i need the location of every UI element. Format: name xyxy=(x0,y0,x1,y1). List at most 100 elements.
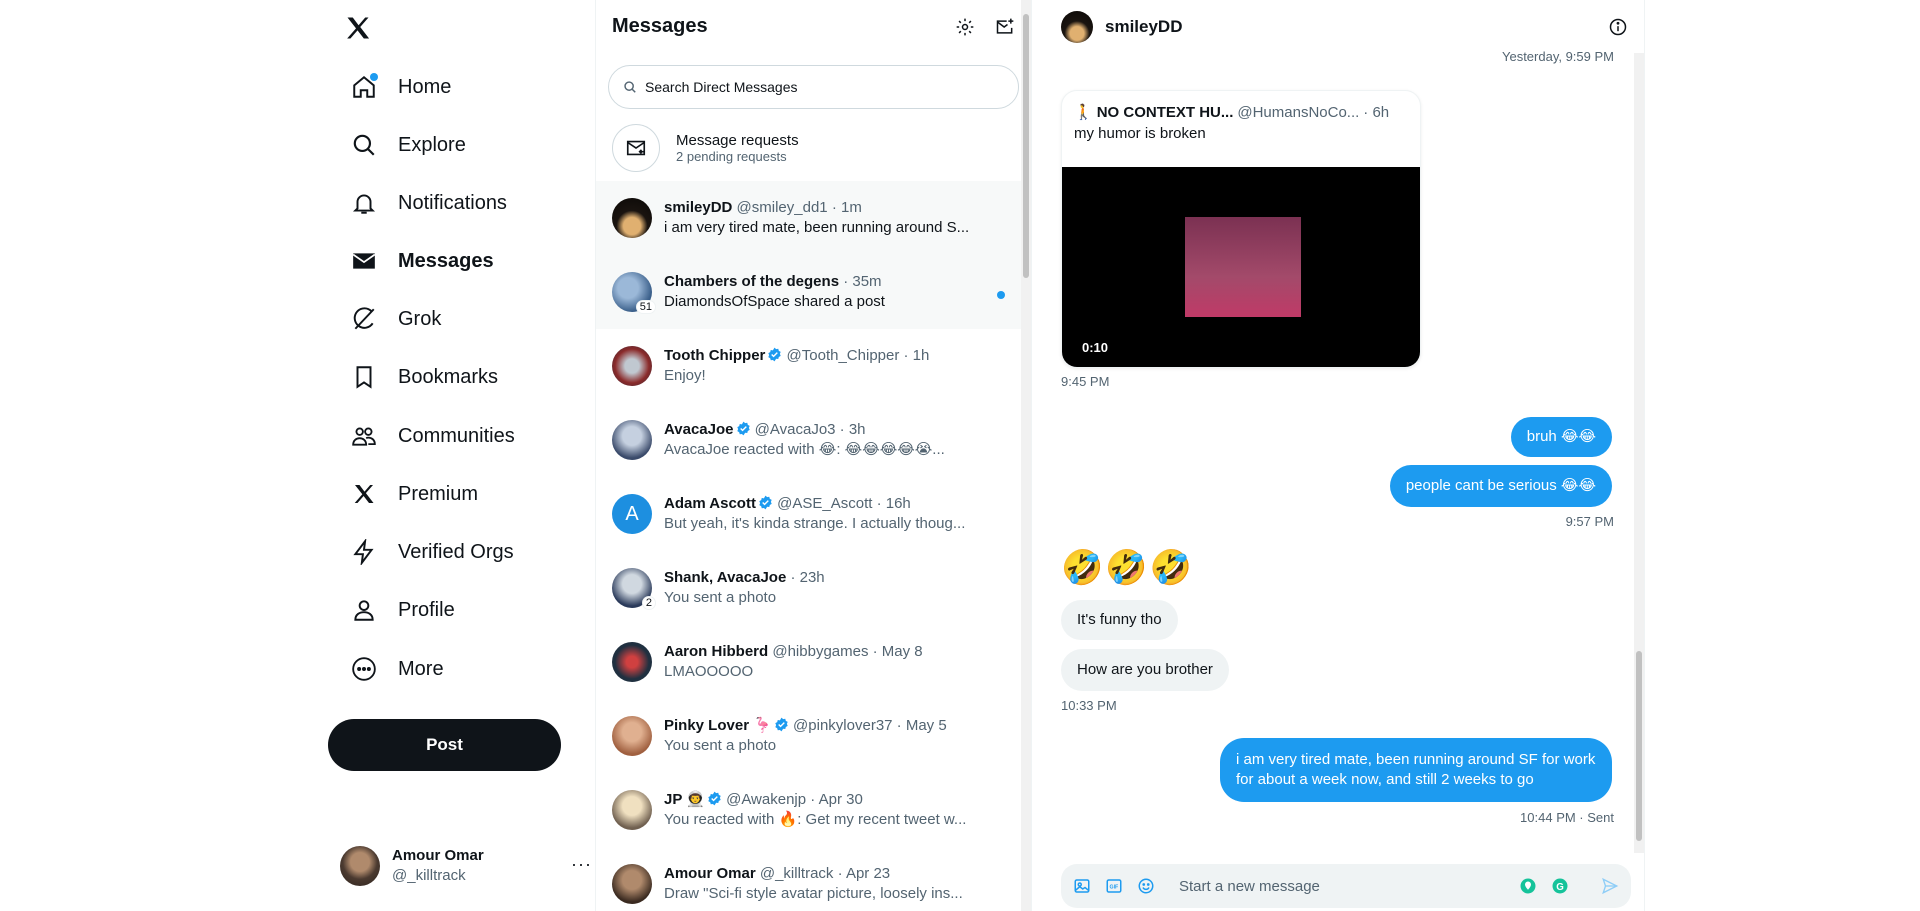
nav-label: Explore xyxy=(398,133,466,156)
conversation-handle: @_killtrack xyxy=(755,865,834,882)
conversation-time: · May 5 xyxy=(892,717,947,734)
video-player[interactable]: 0:10 xyxy=(1062,167,1420,367)
conversation-time: · 35m xyxy=(839,273,882,290)
conversation-item[interactable]: smileyDD @smiley_dd1 · 1m i am very tired… xyxy=(596,181,1031,255)
search-bar[interactable] xyxy=(608,65,1019,109)
message-input[interactable] xyxy=(1179,877,1505,895)
avatar xyxy=(612,198,652,238)
conversation-name: Shank, AvacaJoe xyxy=(664,569,787,586)
grammarly-icon[interactable]: G xyxy=(1551,877,1569,895)
conversation-item[interactable]: 51 Chambers of the degens · 35m DiamondsOf… xyxy=(596,255,1031,329)
timestamp: 9:57 PM xyxy=(1565,514,1614,529)
messages-list-panel: Messages Message requests 2 pending requ… xyxy=(595,0,1032,911)
nav-more[interactable]: More xyxy=(340,643,458,695)
conversation-item[interactable]: A Adam Ascott @ASE_Ascott · 16h But yeah, … xyxy=(596,477,1031,551)
timestamp: 10:44 PM · Sent xyxy=(1520,810,1614,825)
nav-profile[interactable]: Profile xyxy=(340,584,469,636)
nav-label: More xyxy=(398,657,444,680)
conversation-item[interactable]: 2 Shank, AvacaJoe · 23h You sent a photo xyxy=(596,551,1031,625)
emoji-message[interactable]: 🤣🤣🤣 xyxy=(1061,548,1194,588)
post-time: · 6h xyxy=(1363,103,1390,121)
avatar xyxy=(1061,10,1093,43)
nav-messages[interactable]: Messages xyxy=(340,235,508,287)
conversation-header[interactable]: smileyDD xyxy=(1045,0,1644,53)
bookmark-icon xyxy=(350,363,378,391)
emoji-icon[interactable] xyxy=(1137,877,1155,895)
account-switcher[interactable]: Amour Omar @_killtrack ··· xyxy=(334,838,594,894)
conversation-item[interactable]: Amour Omar @_killtrack · Apr 23 Draw "Sci… xyxy=(596,847,1031,911)
messages-header: Messages xyxy=(596,0,1031,53)
avatar: A xyxy=(612,494,652,534)
scrollbar[interactable] xyxy=(1021,0,1031,911)
avatar xyxy=(612,420,652,460)
video-thumbnail xyxy=(1185,217,1301,317)
conversation-item[interactable]: Pinky Lover 🦩 @pinkylover37 · May 5 You s… xyxy=(596,699,1031,773)
verified-badge-icon xyxy=(765,347,782,364)
conversation-name: Aaron Hibberd xyxy=(664,643,769,660)
location-pin-icon[interactable] xyxy=(1519,877,1537,895)
conversation-time: · 16h xyxy=(872,495,911,512)
new-message-icon[interactable] xyxy=(995,17,1015,37)
group-count-badge: 51 xyxy=(635,300,656,314)
send-icon[interactable] xyxy=(1601,877,1619,895)
svg-text:GIF: GIF xyxy=(1110,885,1120,891)
person-icon xyxy=(350,596,378,624)
home-icon xyxy=(350,73,378,101)
message-bubble-sent[interactable]: people cant be serious 😂😂 xyxy=(1389,465,1612,507)
conversation-handle: @Tooth_Chipper xyxy=(782,347,900,364)
conversation-panel: smileyDD Yesterday, 9:59 PM 🚶 NO CONTEXT… xyxy=(1045,0,1645,911)
conversation-name: Adam Ascott xyxy=(664,495,756,512)
search-input[interactable] xyxy=(645,79,965,95)
info-icon[interactable] xyxy=(1608,17,1628,42)
conversation-name: smileyDD xyxy=(664,199,733,216)
group-count-badge: 2 xyxy=(641,596,656,610)
avatar xyxy=(340,846,380,886)
conversation-item[interactable]: Tooth Chipper @Tooth_Chipper · 1h Enjoy! xyxy=(596,329,1031,403)
nav-communities[interactable]: Communities xyxy=(340,410,529,462)
nav-label: Notifications xyxy=(398,191,507,214)
left-navigation: Home Explore Notifications Messages Grok… xyxy=(324,0,594,911)
more-options-icon[interactable]: ··· xyxy=(571,854,592,875)
nav-label: Grok xyxy=(398,307,442,330)
nav-notifications[interactable]: Notifications xyxy=(340,177,521,229)
user-handle: @_killtrack xyxy=(392,867,466,884)
conversation-item[interactable]: JP 👨‍🚀 @Awakenjp · Apr 30 You reacted wit… xyxy=(596,773,1031,847)
gif-icon[interactable]: GIF xyxy=(1105,877,1123,895)
message-preview: Enjoy! xyxy=(664,367,706,384)
nav-home[interactable]: Home xyxy=(340,61,465,113)
nav-label: Communities xyxy=(398,424,515,447)
message-requests[interactable]: Message requests 2 pending requests xyxy=(596,115,1031,181)
avatar xyxy=(612,346,652,386)
gear-icon[interactable] xyxy=(955,17,975,37)
post-button[interactable]: Post xyxy=(328,719,561,771)
conversation-item[interactable]: Aaron Hibberd @hibbygames · May 8 LMAOOOO… xyxy=(596,625,1031,699)
message-bubble-received[interactable]: It's funny tho xyxy=(1061,600,1178,640)
image-icon[interactable] xyxy=(1073,877,1091,895)
nav-label: Profile xyxy=(398,598,455,621)
message-composer: GIF G xyxy=(1061,864,1631,908)
shared-post-card[interactable]: 🚶 NO CONTEXT HU... @HumansNoCo... · 6h m… xyxy=(1061,90,1421,368)
nav-explore[interactable]: Explore xyxy=(340,119,480,171)
x-logo-icon[interactable] xyxy=(340,10,376,46)
message-bubble-sent[interactable]: bruh 😂😂 xyxy=(1510,417,1612,457)
conversation-name: Amour Omar xyxy=(664,865,756,882)
conversation-time: · 1h xyxy=(899,347,930,364)
conversation-item[interactable]: AvacaJoe @AvacaJo3 · 3h AvacaJoe reacted … xyxy=(596,403,1031,477)
message-bubble-sent[interactable]: i am very tired mate, been running aroun… xyxy=(1220,738,1612,802)
nav-grok[interactable]: Grok xyxy=(340,293,455,345)
avatar xyxy=(612,716,652,756)
scrollbar[interactable] xyxy=(1634,53,1644,853)
message-preview: You sent a photo xyxy=(664,737,777,754)
conversation-handle: @ASE_Ascott xyxy=(772,495,873,512)
conversation-time: · 23h xyxy=(786,569,825,586)
nav-label: Messages xyxy=(398,249,494,272)
more-circle-icon xyxy=(350,655,378,683)
verified-badge-icon xyxy=(772,717,789,734)
nav-verified-orgs[interactable]: Verified Orgs xyxy=(340,526,528,578)
message-bubble-received[interactable]: How are you brother xyxy=(1061,649,1229,691)
avatar-initial: A xyxy=(625,502,639,525)
nav-bookmarks[interactable]: Bookmarks xyxy=(340,351,512,403)
nav-premium[interactable]: Premium xyxy=(340,468,492,520)
timestamp: 9:45 PM xyxy=(1061,374,1110,389)
conversation-name: Pinky Lover 🦩 xyxy=(664,717,772,734)
